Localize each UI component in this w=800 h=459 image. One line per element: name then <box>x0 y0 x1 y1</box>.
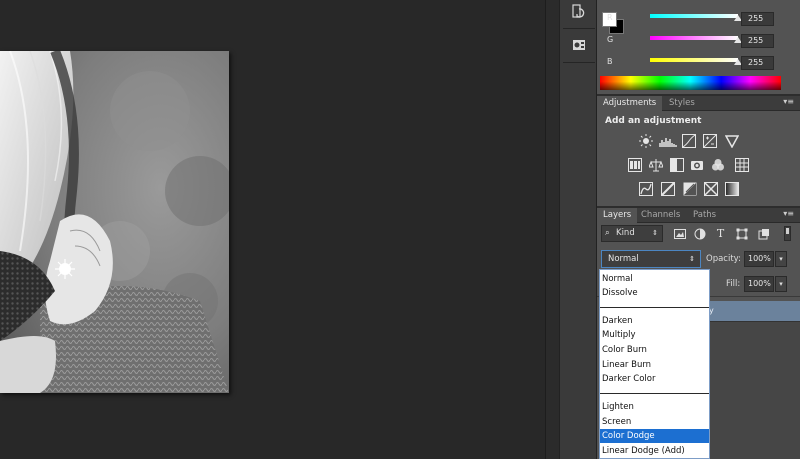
adjustments-panel: Adjustments Styles ▾≡ Add an adjustment <box>597 96 800 208</box>
menu-separator <box>600 307 709 308</box>
levels-icon[interactable] <box>659 134 677 148</box>
filter-shape-icon[interactable] <box>735 227 748 240</box>
layer-row-selected[interactable]: y <box>707 301 800 321</box>
g-label: G <box>607 35 614 44</box>
invert-icon[interactable] <box>639 182 653 196</box>
fill-dropdown[interactable]: ▾ <box>775 276 787 292</box>
properties-panel-button[interactable] <box>565 33 593 57</box>
layer-filter-kind-select[interactable]: ⌕ Kind ⇕ <box>601 225 663 242</box>
tab-paths[interactable]: Paths <box>687 208 722 223</box>
blend-option-screen[interactable]: Screen <box>600 415 709 429</box>
b-slider[interactable] <box>650 58 738 62</box>
tab-adjustments[interactable]: Adjustments <box>597 96 663 111</box>
selective-color-icon[interactable] <box>704 182 718 196</box>
adjustment-title: Add an adjustment <box>605 116 702 126</box>
gradient-map-icon[interactable] <box>725 182 739 196</box>
blend-option-color-dodge[interactable]: Color Dodge <box>600 429 709 443</box>
blend-option-dissolve[interactable]: Dissolve <box>600 286 709 300</box>
tab-channels[interactable]: Channels <box>635 208 686 223</box>
fill-label: Fill: <box>726 279 741 289</box>
document-image[interactable] <box>0 51 229 393</box>
fill-field[interactable]: 100% <box>744 276 774 292</box>
history-icon <box>572 4 585 18</box>
opacity-dropdown[interactable]: ▾ <box>775 251 787 267</box>
layers-list[interactable] <box>707 321 800 459</box>
blend-option-linear-dodge[interactable]: Linear Dodge (Add) <box>600 444 709 458</box>
history-panel-button[interactable] <box>565 0 593 24</box>
blend-mode-dropdown: Normal Dissolve Darken Multiply Color Bu… <box>599 269 710 459</box>
blend-mode-select[interactable]: Normal ⇕ <box>601 250 701 268</box>
b-label: B <box>607 57 613 66</box>
panel-menu-icon[interactable]: ▾≡ <box>783 97 794 106</box>
hue-saturation-icon[interactable] <box>628 158 642 172</box>
tab-styles[interactable]: Styles <box>663 96 701 111</box>
r-label: R <box>607 13 613 22</box>
opacity-label: Opacity: <box>706 254 741 264</box>
chevron-updown-icon: ⇕ <box>689 255 695 263</box>
menu-separator <box>600 393 709 394</box>
channel-mixer-icon[interactable] <box>711 158 725 172</box>
color-panel: R 255 G 255 B 255 <box>597 0 800 96</box>
filter-kind-label: Kind <box>616 228 635 238</box>
blend-option-lighten[interactable]: Lighten <box>600 400 709 414</box>
black-white-icon[interactable] <box>670 158 684 172</box>
filter-adjustment-icon[interactable] <box>693 227 706 240</box>
g-slider[interactable] <box>650 36 738 40</box>
filter-pixel-icon[interactable] <box>673 227 686 240</box>
tab-layers[interactable]: Layers <box>597 208 638 223</box>
filter-toggle[interactable] <box>784 226 791 241</box>
photo-filter-icon[interactable] <box>690 158 704 172</box>
r-slider[interactable] <box>650 14 738 18</box>
blend-option-multiply[interactable]: Multiply <box>600 328 709 342</box>
opacity-field[interactable]: 100% <box>744 251 774 267</box>
brightness-contrast-icon[interactable] <box>639 134 653 148</box>
color-spectrum-bar[interactable] <box>600 76 781 90</box>
vibrance-icon[interactable] <box>725 134 739 148</box>
panel-dock-strip <box>559 0 597 459</box>
blend-option-darker-color[interactable]: Darker Color <box>600 372 709 386</box>
document-canvas[interactable] <box>0 0 545 459</box>
filter-smart-object-icon[interactable] <box>757 227 770 240</box>
blend-option-normal[interactable]: Normal <box>600 272 709 286</box>
threshold-icon[interactable] <box>683 182 697 196</box>
search-icon: ⌕ <box>605 228 610 238</box>
layers-panel-menu-icon[interactable]: ▾≡ <box>783 209 794 218</box>
r-value-field[interactable]: 255 <box>741 12 774 26</box>
blend-option-color-burn[interactable]: Color Burn <box>600 343 709 357</box>
filter-type-icon[interactable]: T <box>714 227 727 240</box>
g-value-field[interactable]: 255 <box>741 34 774 48</box>
curves-icon[interactable] <box>682 134 696 148</box>
blend-mode-value: Normal <box>608 254 639 264</box>
color-lookup-icon[interactable] <box>735 158 749 172</box>
inverted-portrait-image <box>0 51 229 393</box>
vertical-scrollbar[interactable] <box>545 0 559 459</box>
chevron-updown-icon: ⇕ <box>652 229 658 237</box>
exposure-icon[interactable] <box>703 134 717 148</box>
blend-option-darken[interactable]: Darken <box>600 314 709 328</box>
posterize-icon[interactable] <box>661 182 675 196</box>
b-value-field[interactable]: 255 <box>741 56 774 70</box>
color-balance-icon[interactable] <box>649 158 663 172</box>
layers-tab-bar: Layers Channels Paths ▾≡ <box>597 208 800 223</box>
blend-option-linear-burn[interactable]: Linear Burn <box>600 358 709 372</box>
properties-icon <box>573 40 585 50</box>
adjustments-tab-bar: Adjustments Styles ▾≡ <box>597 96 800 111</box>
